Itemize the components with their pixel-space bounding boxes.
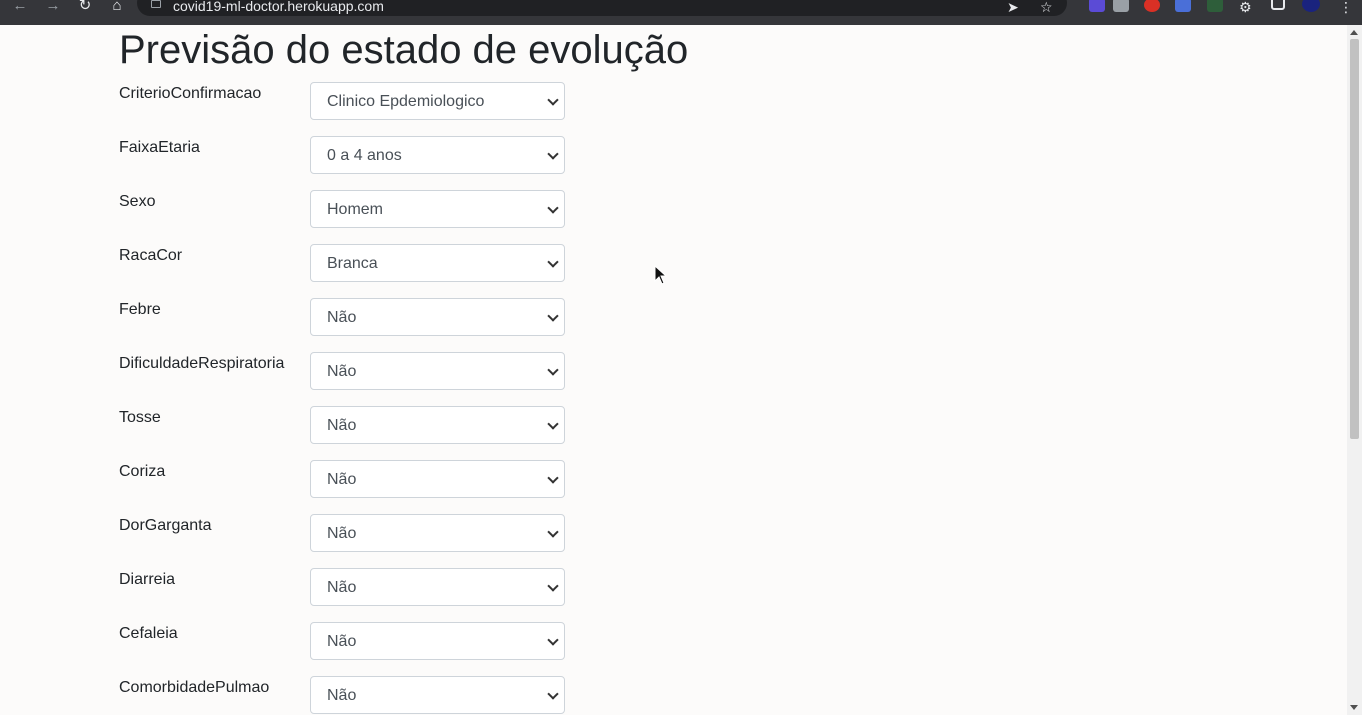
select-value: Não — [327, 309, 357, 326]
back-arrow-icon[interactable]: ← — [11, 0, 29, 14]
select-value: Não — [327, 417, 357, 434]
chevron-down-icon — [547, 580, 559, 592]
form-row-faixa-etaria: FaixaEtaria 0 a 4 anos — [119, 136, 579, 174]
comorbidade-pulmao-select[interactable]: Não — [310, 676, 565, 714]
febre-select[interactable]: Não — [310, 298, 565, 336]
select-value: Homem — [327, 201, 384, 218]
field-label: Tosse — [119, 409, 161, 426]
chevron-down-icon — [547, 472, 559, 484]
chevron-down-icon — [547, 364, 559, 376]
tosse-select[interactable]: Não — [310, 406, 565, 444]
field-label: Cefaleia — [119, 625, 178, 642]
form-row-criterio-confirmacao: CriterioConfirmacao Clinico Epdemiologic… — [119, 82, 579, 120]
field-label: DorGarganta — [119, 517, 212, 534]
address-bar-url[interactable]: covid19-ml-doctor.herokuapp.com — [173, 0, 384, 13]
field-label: CriterioConfirmacao — [119, 85, 262, 102]
diarreia-select[interactable]: Não — [310, 568, 565, 606]
field-label: DificuldadeRespiratoria — [119, 355, 285, 372]
dor-garganta-select[interactable]: Não — [310, 514, 565, 552]
field-label: FaixaEtaria — [119, 139, 200, 156]
field-label: Sexo — [119, 193, 156, 210]
form-row-febre: Febre Não — [119, 298, 579, 336]
select-value: Não — [327, 579, 357, 596]
field-label: ComorbidadePulmao — [119, 679, 270, 696]
faixa-etaria-select[interactable]: 0 a 4 anos — [310, 136, 565, 174]
field-label: RacaCor — [119, 247, 183, 264]
form-row-cefaleia: Cefaleia Não — [119, 622, 579, 660]
browser-toolbar: ← → ↻ ⌂ covid19-ml-doctor.herokuapp.com … — [0, 0, 1362, 25]
forward-arrow-icon[interactable]: → — [44, 0, 62, 14]
select-value: Não — [327, 471, 357, 488]
chevron-down-icon — [547, 526, 559, 538]
chevron-down-icon — [547, 634, 559, 646]
scrollbar-thumb[interactable] — [1350, 39, 1359, 439]
form-row-diarreia: Diarreia Não — [119, 568, 579, 606]
bookmark-star-icon[interactable]: ☆ — [1040, 0, 1053, 16]
chevron-down-icon — [547, 256, 559, 268]
cefaleia-select[interactable]: Não — [310, 622, 565, 660]
address-bar[interactable]: covid19-ml-doctor.herokuapp.com — [137, 0, 1067, 16]
criterio-confirmacao-select[interactable]: Clinico Epdemiologico — [310, 82, 565, 120]
scroll-up-arrow-icon[interactable] — [1350, 30, 1358, 35]
lock-icon[interactable] — [151, 0, 161, 8]
reload-icon[interactable]: ↻ — [76, 0, 94, 14]
coriza-select[interactable]: Não — [310, 460, 565, 498]
extension-icon[interactable] — [1207, 0, 1223, 12]
form-row-comorbidade-pulmao: ComorbidadePulmao Não — [119, 676, 579, 714]
select-value: Não — [327, 633, 357, 650]
select-value: Não — [327, 525, 357, 542]
page-scrollbar[interactable] — [1347, 25, 1362, 715]
chevron-down-icon — [547, 148, 559, 160]
select-value: Clinico Epdemiologico — [327, 93, 485, 110]
form-row-dor-garganta: DorGarganta Não — [119, 514, 579, 552]
form-row-sexo: Sexo Homem — [119, 190, 579, 228]
sexo-select[interactable]: Homem — [310, 190, 565, 228]
profile-avatar[interactable] — [1302, 0, 1320, 12]
chevron-down-icon — [547, 688, 559, 700]
side-panel-icon[interactable] — [1271, 0, 1285, 10]
extension-icon[interactable] — [1144, 0, 1160, 12]
select-value: Não — [327, 687, 357, 704]
select-value: Branca — [327, 255, 378, 272]
mouse-cursor-icon — [654, 265, 668, 285]
extension-icon[interactable] — [1089, 0, 1105, 12]
select-value: 0 a 4 anos — [327, 147, 402, 164]
menu-kebab-icon[interactable]: ⋮ — [1339, 0, 1353, 16]
select-value: Não — [327, 363, 357, 380]
form-row-dificuldade-respiratoria: DificuldadeRespiratoria Não — [119, 352, 579, 390]
field-label: Coriza — [119, 463, 166, 480]
extensions-puzzle-icon[interactable]: ⚙ — [1239, 0, 1252, 16]
form-row-tosse: Tosse Não — [119, 406, 579, 444]
field-label: Diarreia — [119, 571, 176, 588]
extension-icon[interactable] — [1113, 0, 1129, 12]
chevron-down-icon — [547, 418, 559, 430]
field-label: Febre — [119, 301, 161, 318]
raca-cor-select[interactable]: Branca — [310, 244, 565, 282]
form-row-coriza: Coriza Não — [119, 460, 579, 498]
dificuldade-respiratoria-select[interactable]: Não — [310, 352, 565, 390]
translate-extension-icon[interactable] — [1175, 0, 1191, 12]
form-row-raca-cor: RacaCor Branca — [119, 244, 579, 282]
send-icon[interactable]: ➤ — [1007, 0, 1019, 16]
chevron-down-icon — [547, 202, 559, 214]
scroll-down-arrow-icon[interactable] — [1350, 705, 1358, 710]
chevron-down-icon — [547, 94, 559, 106]
home-icon[interactable]: ⌂ — [108, 0, 126, 14]
page-title: Previsão do estado de evolução — [119, 28, 689, 72]
chevron-down-icon — [547, 310, 559, 322]
